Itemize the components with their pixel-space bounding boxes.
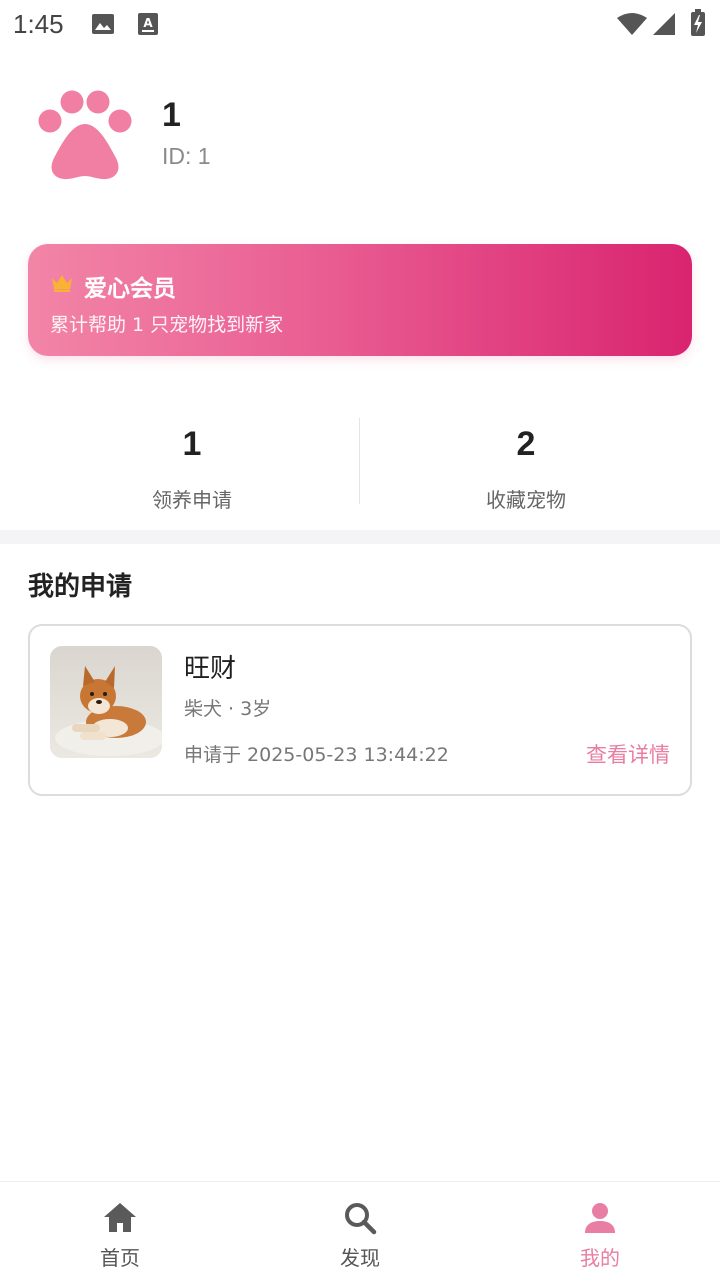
status-bar: 1:45 A — [0, 0, 720, 50]
pet-photo — [50, 646, 162, 758]
nav-label: 首页 — [100, 1246, 140, 1270]
search-icon — [345, 1203, 377, 1235]
stat-adoption-applications[interactable]: 1 领养申请 — [12, 412, 372, 513]
membership-banner[interactable]: 爱心会员 累计帮助 1 只宠物找到新家 — [28, 244, 692, 356]
nav-item-mine[interactable]: 我的 — [480, 1182, 720, 1280]
cell-signal-icon — [653, 13, 675, 35]
person-icon — [585, 1203, 615, 1233]
user-id: ID: 1 — [162, 143, 211, 169]
stat-label: 收藏宠物 — [486, 488, 566, 512]
nav-label: 发现 — [340, 1246, 380, 1270]
home-icon — [104, 1203, 136, 1232]
user-name: 1 — [162, 96, 181, 134]
nav-item-discover[interactable]: 发现 — [240, 1182, 480, 1280]
crown-icon — [52, 275, 72, 292]
view-details-link[interactable]: 查看详情 — [586, 739, 670, 769]
status-time: 1:45 — [13, 9, 64, 39]
battery-charging-icon — [691, 9, 705, 36]
stat-value: 2 — [516, 425, 536, 463]
stat-favorite-pets[interactable]: 2 收藏宠物 — [346, 412, 706, 513]
membership-title: 爱心会员 — [84, 276, 176, 302]
pet-name: 旺财 — [184, 654, 237, 684]
section-divider — [0, 530, 720, 544]
image-icon — [92, 14, 114, 34]
svg-text:A: A — [143, 16, 153, 30]
bottom-nav: 首页 发现 我的 — [0, 1181, 720, 1280]
paw-icon — [38, 90, 132, 180]
stat-label: 领养申请 — [152, 488, 232, 512]
pet-breed-age: 柴犬 · 3岁 — [184, 698, 272, 720]
stats-row: 1 领养申请 2 收藏宠物 — [0, 412, 720, 512]
membership-description: 累计帮助 1 只宠物找到新家 — [50, 314, 284, 336]
keyboard-a-icon: A — [138, 13, 158, 35]
nav-label: 我的 — [580, 1246, 620, 1270]
application-card[interactable]: 旺财 柴犬 · 3岁 申请于 2025-05-23 13:44:22 查看详情 — [28, 624, 692, 796]
nav-item-home[interactable]: 首页 — [0, 1182, 240, 1280]
stat-value: 1 — [182, 425, 202, 463]
application-time: 申请于 2025-05-23 13:44:22 — [184, 744, 449, 766]
section-title: 我的申请 — [28, 572, 133, 602]
wifi-icon — [617, 13, 647, 35]
